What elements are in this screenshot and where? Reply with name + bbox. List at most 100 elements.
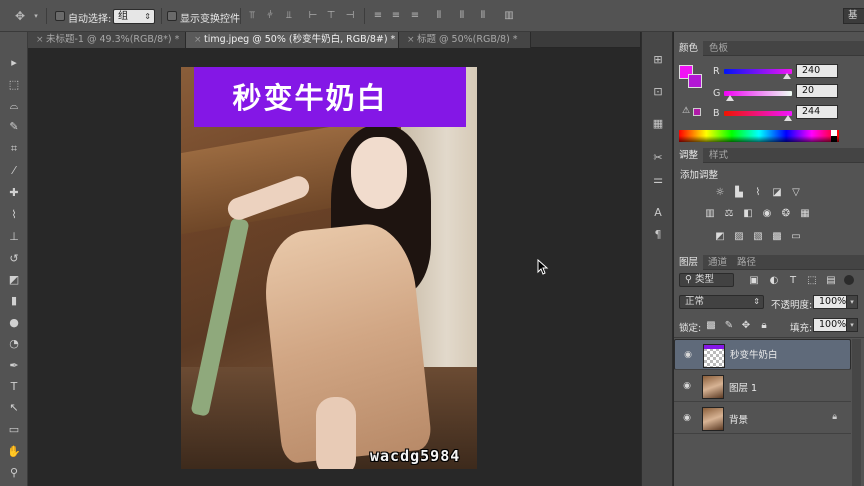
gamut-warning-icon[interactable]: ⚠ — [682, 106, 690, 116]
filter-adjustment-icon[interactable]: ◐ — [767, 275, 781, 287]
eyedropper-tool-icon[interactable]: ⁄ — [3, 162, 25, 180]
tab-layers[interactable]: 图层 — [674, 255, 704, 270]
tab-swatches[interactable]: 色板 — [704, 41, 733, 56]
banner-text[interactable]: 秒变牛奶白 — [194, 75, 426, 121]
healing-brush-tool-icon[interactable]: ✚ — [3, 184, 25, 202]
distribute-right-icon[interactable]: ⦀ — [477, 10, 489, 22]
tab-untitled-1[interactable]: × 未标题-1 @ 49.3%(RGB/8*) * — [28, 32, 186, 48]
filter-toggle[interactable] — [844, 275, 854, 285]
distribute-left-icon[interactable]: ⦀ — [433, 10, 445, 22]
history-brush-tool-icon[interactable]: ↺ — [3, 250, 25, 268]
color-lookup-icon[interactable]: ▦ — [798, 208, 812, 220]
tab-color[interactable]: 颜色 — [674, 41, 704, 56]
hand-tool-icon[interactable]: ✋ — [3, 443, 25, 461]
lock-transparent-icon[interactable]: ▩ — [704, 320, 718, 332]
path-select-tool-icon[interactable]: ↖ — [3, 399, 25, 417]
move-tool-icon[interactable]: ✥ — [14, 10, 26, 22]
g-value-input[interactable]: 20 — [796, 84, 838, 98]
crop-tool-icon[interactable]: ⌗ — [3, 140, 25, 158]
distribute-bottom-icon[interactable]: ≡ — [409, 10, 421, 22]
curves-icon[interactable]: ⌇ — [751, 187, 765, 199]
move-tool-icon[interactable]: ▸ — [3, 54, 25, 72]
layer-name[interactable]: 图层 1 — [729, 380, 757, 394]
r-slider-thumb[interactable] — [783, 73, 791, 79]
close-icon[interactable]: × — [407, 32, 417, 48]
zoom-tool-icon[interactable]: ⚲ — [3, 464, 25, 482]
shape-tool-icon[interactable]: ▭ — [3, 421, 25, 439]
background-color-swatch[interactable] — [688, 74, 702, 88]
close-icon[interactable]: × — [36, 32, 46, 48]
gradient-tool-icon[interactable]: ▮ — [3, 292, 25, 310]
filter-pixel-icon[interactable]: ▣ — [747, 275, 761, 287]
character-panel-icon[interactable]: A — [650, 205, 666, 221]
align-vertical-center-icon[interactable]: ⫩ — [264, 10, 276, 22]
photo-filter-icon[interactable]: ◉ — [760, 208, 774, 220]
layer-thumbnail[interactable] — [702, 375, 724, 399]
brush-presets-icon[interactable]: ⚌ — [650, 172, 666, 188]
properties-panel-icon[interactable]: ⊡ — [650, 84, 666, 100]
pen-tool-icon[interactable]: ✒ — [3, 357, 25, 375]
invert-icon[interactable]: ◩ — [713, 231, 727, 243]
auto-align-icon[interactable]: ▥ — [503, 10, 515, 22]
marquee-tool-icon[interactable]: ⬚ — [3, 76, 25, 94]
layers-scrollbar[interactable] — [852, 339, 861, 486]
close-icon[interactable]: × — [194, 32, 204, 48]
filter-type-icon[interactable]: T — [786, 275, 800, 287]
history-panel-icon[interactable]: ⊞ — [650, 52, 666, 68]
type-tool-icon[interactable]: T — [3, 378, 25, 396]
r-slider-track[interactable] — [724, 69, 792, 74]
opacity-arrow-icon[interactable]: ▾ — [846, 295, 858, 309]
show-transform-checkbox[interactable] — [167, 11, 177, 21]
layer-row-background[interactable]: ◉ 背景 🔒︎ — [674, 403, 851, 434]
blend-mode-dropdown[interactable]: 正常 ⇕ — [679, 295, 764, 309]
distribute-vcenter-icon[interactable]: ≡ — [390, 10, 402, 22]
tab-channels[interactable]: 通道 — [703, 255, 732, 270]
align-left-icon[interactable]: ⊢ — [307, 10, 319, 22]
black-white-icon[interactable]: ◧ — [741, 208, 755, 220]
lock-pixels-icon[interactable]: ✎ — [722, 320, 736, 332]
clone-stamp-tool-icon[interactable]: ⊥ — [3, 228, 25, 246]
paragraph-panel-icon[interactable]: ¶ — [650, 227, 666, 243]
tool-preset-chevron-icon[interactable]: ▾ — [30, 10, 42, 22]
spectrum-black[interactable] — [831, 136, 837, 142]
eye-icon[interactable]: ◉ — [681, 381, 693, 391]
lasso-tool-icon[interactable]: ⌓ — [3, 97, 25, 115]
layer-filter-dropdown[interactable]: ⚲ 类型 — [679, 273, 734, 287]
b-slider-thumb[interactable] — [784, 115, 792, 121]
tab-adjustments[interactable]: 调整 — [674, 148, 704, 163]
posterize-icon[interactable]: ▨ — [732, 231, 746, 243]
exposure-icon[interactable]: ◪ — [770, 187, 784, 199]
threshold-icon[interactable]: ▧ — [751, 231, 765, 243]
brush-tool-icon[interactable]: ⌇ — [3, 206, 25, 224]
b-slider-track[interactable] — [724, 111, 792, 116]
blur-tool-icon[interactable]: ● — [3, 314, 25, 332]
distribute-hcenter-icon[interactable]: ⦀ — [456, 10, 468, 22]
info-panel-icon[interactable]: ▦ — [650, 116, 666, 132]
tab-paths[interactable]: 路径 — [732, 255, 761, 270]
opacity-input[interactable]: 100% — [813, 295, 847, 309]
tab-styles[interactable]: 样式 — [704, 148, 733, 163]
distribute-top-icon[interactable]: ≡ — [372, 10, 384, 22]
gamut-swatch[interactable] — [693, 108, 701, 116]
align-bottom-icon[interactable]: ⫫ — [283, 10, 295, 22]
eye-icon[interactable]: ◉ — [681, 413, 693, 423]
align-right-icon[interactable]: ⊣ — [344, 10, 356, 22]
levels-icon[interactable]: ▙ — [732, 187, 746, 199]
tab-title[interactable]: × 标题 @ 50%(RGB/8) * — [399, 32, 531, 48]
quick-select-tool-icon[interactable]: ✎ — [3, 118, 25, 136]
auto-select-dropdown[interactable]: 组 ⇕ — [113, 9, 155, 24]
vibrance-icon[interactable]: ▽ — [789, 187, 803, 199]
filter-smart-object-icon[interactable]: ▤ — [824, 275, 838, 287]
eye-icon[interactable]: ◉ — [682, 350, 694, 360]
fill-input[interactable]: 100% — [813, 318, 847, 332]
g-slider-thumb[interactable] — [726, 95, 734, 101]
layer-row-layer-1[interactable]: ◉ 图层 1 — [674, 371, 851, 402]
r-value-input[interactable]: 240 — [796, 64, 838, 78]
color-balance-icon[interactable]: ⚖ — [722, 208, 736, 220]
document-image[interactable] — [181, 67, 477, 469]
brush-panel-icon[interactable]: ✂ — [650, 150, 666, 166]
fill-arrow-icon[interactable]: ▾ — [846, 318, 858, 332]
lock-all-icon[interactable]: 🔒︎ — [757, 320, 771, 332]
b-value-input[interactable]: 244 — [796, 105, 838, 119]
g-slider-track[interactable] — [724, 91, 792, 96]
